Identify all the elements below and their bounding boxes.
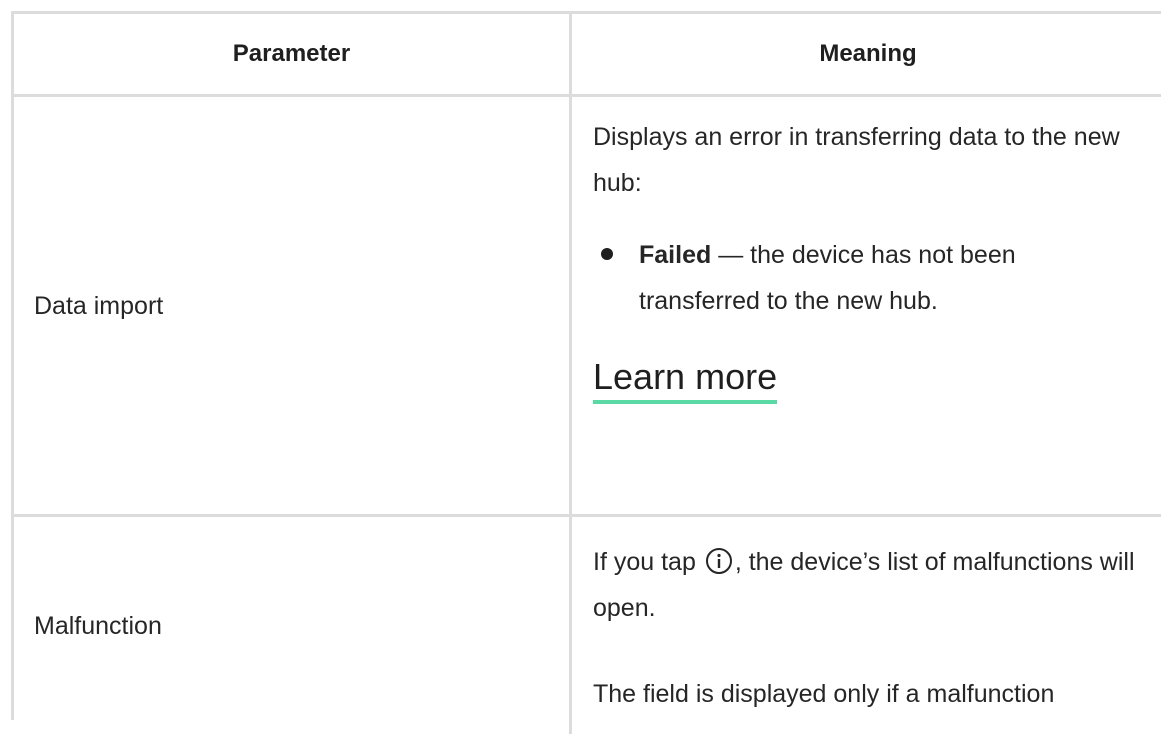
parameter-label: Data import [34, 291, 164, 320]
meaning-part1: If you tap [593, 548, 696, 576]
parameter-label: Malfunction [34, 611, 162, 640]
bullet-item: Failed — the device has not been transfe… [593, 232, 1138, 324]
bullet-strong: Failed [639, 241, 712, 269]
row-malfunction-parameter: Malfunction [34, 517, 554, 734]
meaning-text: If you tap , the device’s list of malfun… [593, 539, 1138, 631]
info-circle-icon[interactable] [705, 547, 733, 575]
header-parameter: Parameter [232, 40, 351, 67]
meaning-intro: Displays an error in transferring data t… [593, 123, 1120, 197]
column-divider [569, 14, 572, 734]
row-data-import-meaning: Displays an error in transferring data t… [593, 114, 1138, 404]
meaning-extra: The field is displayed only if a malfunc… [593, 680, 1055, 708]
bullet-dot [601, 248, 613, 260]
row-data-import-parameter: Data import [34, 97, 554, 514]
learn-more-link[interactable]: Learn more [593, 356, 778, 404]
header-meaning: Meaning [819, 40, 917, 67]
parameters-table: Parameter Meaning Data import Displays a… [11, 11, 1161, 734]
row-malfunction-meaning: If you tap , the device’s list of malfun… [593, 539, 1138, 717]
